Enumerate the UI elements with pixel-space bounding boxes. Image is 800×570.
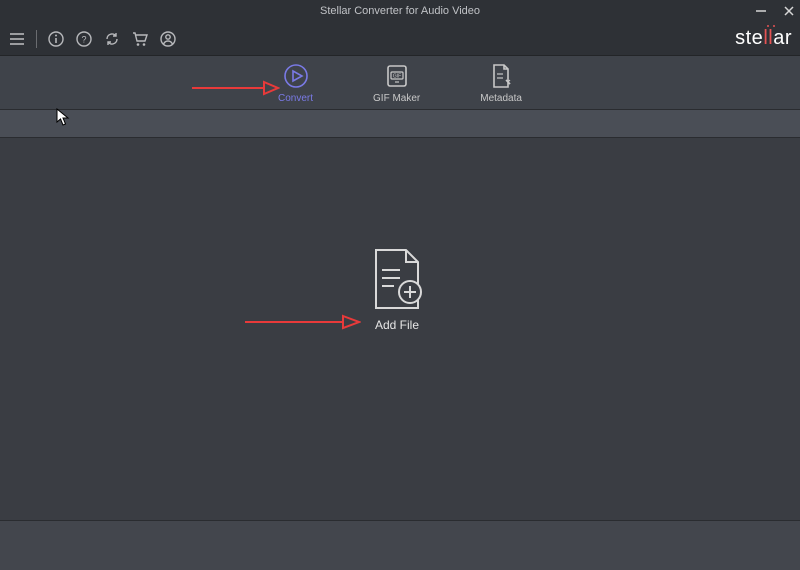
add-file-label: Add File xyxy=(375,318,419,332)
window-controls xyxy=(754,0,796,22)
title-bar: Stellar Converter for Audio Video xyxy=(0,0,800,22)
tab-metadata[interactable]: Metadata xyxy=(480,62,522,104)
add-file-icon xyxy=(370,248,424,310)
metadata-icon xyxy=(487,62,515,90)
tab-gif-maker[interactable]: GIF GIF Maker xyxy=(373,62,420,104)
workspace: Add File xyxy=(0,138,800,520)
account-icon[interactable] xyxy=(159,30,177,48)
tab-label: GIF Maker xyxy=(373,93,420,104)
svg-text:?: ? xyxy=(81,34,86,44)
menu-bar: ? stellar xyxy=(0,22,800,56)
tab-bar: Convert GIF GIF Maker Metadata xyxy=(0,56,800,110)
refresh-icon[interactable] xyxy=(103,30,121,48)
minimize-icon[interactable] xyxy=(754,4,768,18)
tab-convert[interactable]: Convert xyxy=(278,62,313,104)
convert-icon xyxy=(282,62,310,90)
brand-logo: stellar xyxy=(735,27,792,50)
app-title: Stellar Converter for Audio Video xyxy=(320,5,480,17)
hamburger-icon[interactable] xyxy=(8,30,26,48)
cart-icon[interactable] xyxy=(131,30,149,48)
tab-label: Convert xyxy=(278,93,313,104)
close-icon[interactable] xyxy=(782,4,796,18)
bottom-bar xyxy=(0,520,800,570)
info-icon[interactable] xyxy=(47,30,65,48)
add-file-button[interactable]: Add File xyxy=(370,248,424,332)
gif-icon: GIF xyxy=(383,62,411,90)
tab-label: Metadata xyxy=(480,93,522,104)
sub-bar xyxy=(0,110,800,138)
svg-text:GIF: GIF xyxy=(392,73,400,79)
menu-bar-left: ? xyxy=(8,30,177,48)
help-icon[interactable]: ? xyxy=(75,30,93,48)
divider xyxy=(36,30,37,48)
